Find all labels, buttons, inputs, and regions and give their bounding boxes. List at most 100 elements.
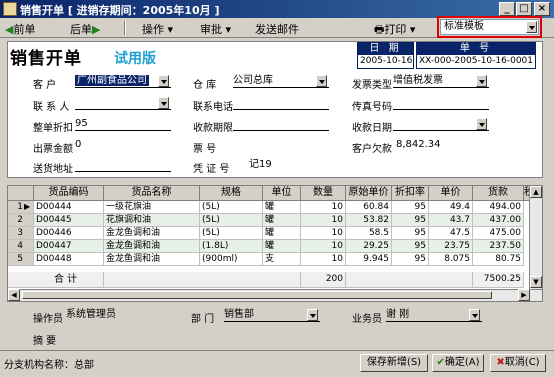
table-cell-amount[interactable]: 475.00 [473, 227, 524, 240]
column-header-name[interactable]: 货品名称 [104, 186, 200, 201]
contact-field[interactable] [75, 96, 171, 110]
cancel-button[interactable]: ✖取消(C) [490, 354, 546, 372]
table-cell-code[interactable]: D00447 [34, 240, 104, 253]
ticket-field[interactable] [233, 138, 329, 152]
table-cell-price[interactable]: 43.7 [429, 214, 473, 227]
table-cell-no[interactable]: 5 [8, 253, 34, 266]
dept-dropdown-icon[interactable] [307, 309, 318, 321]
table-cell-name[interactable]: 金龙鱼调和油 [104, 253, 200, 266]
table-cell-discount[interactable]: 95 [392, 201, 429, 214]
table-cell-qty[interactable]: 10 [301, 253, 346, 266]
print-button[interactable]: 🖶打印 ▾ [374, 21, 415, 40]
column-header-discount[interactable]: 折扣率 [392, 186, 429, 201]
maximize-button[interactable]: □ [516, 2, 532, 16]
table-cell-amount[interactable]: 237.50 [473, 240, 524, 253]
collect-date-field[interactable] [393, 117, 489, 131]
column-header-spec[interactable]: 规格 [200, 186, 263, 201]
table-cell-code[interactable]: D00448 [34, 253, 104, 266]
scroll-left-icon[interactable]: ◀ [8, 289, 20, 301]
table-cell-name[interactable]: 金龙鱼调和油 [104, 240, 200, 253]
collect-period-field[interactable] [233, 117, 329, 131]
table-cell-qty[interactable]: 10 [301, 214, 346, 227]
scroll-right-icon[interactable]: ▶ [518, 289, 530, 301]
table-cell-discount[interactable]: 95 [392, 227, 429, 240]
table-cell-spec[interactable]: (5L) [200, 201, 263, 214]
warehouse-dropdown-icon[interactable] [316, 75, 327, 87]
invoice-type-dropdown-icon[interactable] [476, 75, 487, 87]
table-cell-name[interactable]: 金龙鱼调和油 [104, 227, 200, 240]
dept-field[interactable]: 销售部 [224, 308, 320, 322]
table-cell-spec[interactable]: (5L) [200, 227, 263, 240]
contact-dropdown-icon[interactable] [158, 97, 169, 109]
operation-menu[interactable]: 操作 ▾ [142, 21, 173, 37]
scroll-thumb[interactable] [22, 291, 492, 299]
date-box[interactable]: 日 期 2005-10-16 [357, 42, 414, 69]
column-header-orig-price[interactable]: 原始单价 [346, 186, 392, 201]
table-cell-unit[interactable]: 罐 [263, 214, 301, 227]
horizontal-scrollbar[interactable]: ◀ ▶ [8, 289, 542, 301]
column-header-amount[interactable]: 货款 [473, 186, 524, 201]
table-cell-qty[interactable]: 10 [301, 201, 346, 214]
table-cell-price[interactable]: 8.075 [429, 253, 473, 266]
table-cell-no[interactable]: 4 [8, 240, 34, 253]
scroll-up-icon[interactable]: ▲ [530, 186, 542, 198]
table-cell-spec[interactable]: (900ml) [200, 253, 263, 266]
salesman-dropdown-icon[interactable] [469, 309, 480, 321]
table-cell-discount[interactable]: 95 [392, 253, 429, 266]
save-new-button[interactable]: 保存新增(S) [360, 354, 428, 372]
next-doc-button[interactable]: 后单▶ [70, 21, 100, 37]
collect-date-dropdown-icon[interactable] [476, 118, 487, 130]
table-cell-orig-price[interactable]: 29.25 [346, 240, 392, 253]
vertical-scrollbar[interactable]: ▲ ▼ [529, 186, 542, 301]
column-header-qty[interactable]: 数量 [301, 186, 346, 201]
table-cell-orig-price[interactable]: 58.5 [346, 227, 392, 240]
table-cell-discount[interactable]: 95 [392, 214, 429, 227]
table-cell-no[interactable]: 3 [8, 227, 34, 240]
doc-no-box[interactable]: 单 号 XX-000-2005-10-16-0001 [416, 42, 536, 69]
table-cell-price[interactable]: 23.75 [429, 240, 473, 253]
column-header-code[interactable]: 货品编码 [34, 186, 104, 201]
table-cell-price[interactable]: 47.5 [429, 227, 473, 240]
customer-dropdown-icon[interactable] [158, 75, 169, 87]
column-header-unit[interactable]: 单位 [263, 186, 301, 201]
table-cell-code[interactable]: D00446 [34, 227, 104, 240]
close-button[interactable]: × [534, 2, 550, 16]
ok-button[interactable]: ✔确定(A) [432, 354, 484, 372]
table-cell-no[interactable]: 2 [8, 214, 34, 227]
approval-menu[interactable]: 审批 ▾ [200, 21, 231, 37]
table-cell-amount[interactable]: 80.75 [473, 253, 524, 266]
table-cell-discount[interactable]: 95 [392, 240, 429, 253]
fax-field[interactable] [393, 96, 489, 110]
warehouse-field[interactable]: 公司总库 [233, 74, 329, 88]
phone-field[interactable] [233, 96, 329, 110]
discount-field[interactable]: 95 [75, 117, 171, 131]
table-cell-orig-price[interactable]: 9.945 [346, 253, 392, 266]
table-cell-name[interactable]: 一级花旗油 [104, 201, 200, 214]
table-cell-price[interactable]: 49.4 [429, 201, 473, 214]
table-cell-code[interactable]: D00444 [34, 201, 104, 214]
salesman-field[interactable]: 谢 刚 [386, 308, 482, 322]
table-cell-amount[interactable]: 494.00 [473, 201, 524, 214]
table-cell-spec[interactable]: (1.8L) [200, 240, 263, 253]
table-cell-unit[interactable]: 罐 [263, 201, 301, 214]
column-header-price[interactable]: 单价 [429, 186, 473, 201]
table-cell-name[interactable]: 花旗调和油 [104, 214, 200, 227]
minimize-button[interactable]: _ [499, 2, 515, 16]
table-cell-unit[interactable]: 支 [263, 253, 301, 266]
table-cell-unit[interactable]: 罐 [263, 240, 301, 253]
table-cell-qty[interactable]: 10 [301, 240, 346, 253]
customer-field[interactable]: 广州副食品公司 [75, 74, 171, 88]
table-cell-code[interactable]: D00445 [34, 214, 104, 227]
prev-doc-button[interactable]: ◀前单 [5, 21, 35, 37]
table-cell-orig-price[interactable]: 53.82 [346, 214, 392, 227]
table-cell-amount[interactable]: 437.00 [473, 214, 524, 227]
invoice-type-field[interactable]: 增值税发票 [393, 74, 489, 88]
table-cell-unit[interactable]: 罐 [263, 227, 301, 240]
address-field[interactable] [75, 158, 171, 172]
table-cell-orig-price[interactable]: 60.84 [346, 201, 392, 214]
summary-field[interactable] [66, 330, 486, 344]
scroll-down-icon[interactable]: ▼ [530, 276, 542, 288]
table-cell-spec[interactable]: (5L) [200, 214, 263, 227]
table-cell-qty[interactable]: 10 [301, 227, 346, 240]
send-email-button[interactable]: 发送邮件 [255, 21, 299, 37]
